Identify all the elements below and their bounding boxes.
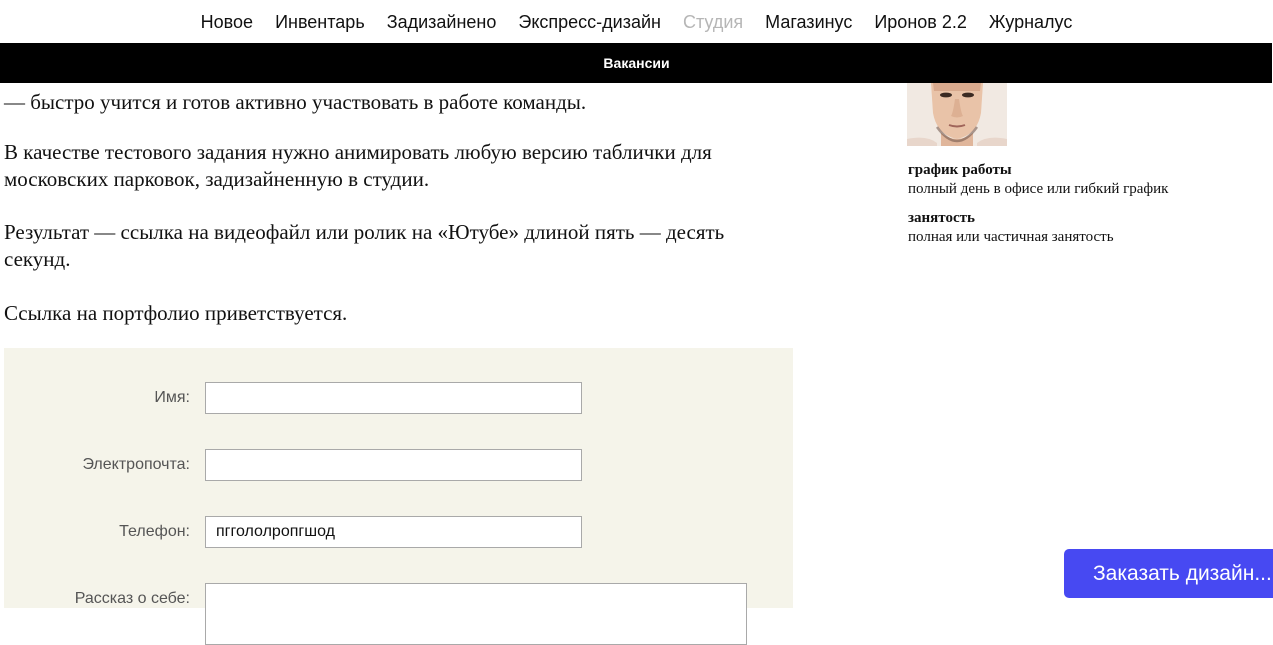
phone-label: Телефон: bbox=[119, 523, 190, 540]
employment-value: полная или частичная занятость bbox=[908, 229, 1114, 245]
about-label: Рассказ о себе: bbox=[74, 590, 190, 607]
schedule-label: график работы bbox=[908, 162, 1012, 178]
email-input[interactable] bbox=[205, 449, 582, 481]
email-label: Электропочта: bbox=[82, 456, 190, 473]
schedule-block: график работы полный день в офисе или ги… bbox=[908, 161, 1168, 199]
form-row-email: Электропочта: bbox=[4, 449, 793, 483]
phone-input[interactable] bbox=[205, 516, 582, 548]
nav-item-express-design[interactable]: Экспресс-дизайн bbox=[507, 3, 672, 41]
nav-item-journal[interactable]: Журналус bbox=[978, 3, 1083, 41]
nav-item-new[interactable]: Новое bbox=[190, 3, 264, 41]
article-paragraph: — быстро учится и готов активно участвов… bbox=[4, 90, 587, 114]
form-row-about: Рассказ о себе: bbox=[4, 583, 793, 645]
order-design-button[interactable]: Заказать дизайн... bbox=[1064, 549, 1273, 598]
article-paragraph: Результат — ссылка на видеофайл или роли… bbox=[4, 220, 725, 271]
article-paragraph: Ссылка на портфолио приветствуется. bbox=[4, 301, 348, 325]
vacancies-link[interactable]: Вакансии bbox=[603, 55, 669, 71]
nav-item-shop[interactable]: Магазинус bbox=[754, 3, 863, 41]
top-navigation: Новое Инвентарь Задизайнено Экспресс-диз… bbox=[0, 0, 1273, 43]
form-row-name: Имя: bbox=[4, 382, 793, 416]
employee-photo bbox=[907, 83, 1007, 146]
form-row-phone: Телефон: bbox=[4, 516, 793, 550]
schedule-value: полный день в офисе или гибкий график bbox=[908, 181, 1169, 197]
name-input[interactable] bbox=[205, 382, 582, 414]
portrait-image bbox=[907, 83, 1007, 146]
application-form: Имя: Электропочта: Телефон: Рассказ о се… bbox=[4, 348, 793, 645]
employment-block: занятость полная или частичная занятость bbox=[908, 209, 1114, 247]
nav-item-inventory[interactable]: Инвентарь bbox=[264, 3, 376, 41]
nav-item-studio[interactable]: Студия bbox=[672, 3, 754, 41]
nav-item-ironov[interactable]: Иронов 2.2 bbox=[863, 3, 978, 41]
nav-item-designed[interactable]: Задизайнено bbox=[376, 3, 508, 41]
about-textarea[interactable] bbox=[205, 583, 747, 645]
section-bar: Вакансии bbox=[0, 43, 1273, 83]
name-label: Имя: bbox=[154, 389, 190, 406]
employment-label: занятость bbox=[908, 210, 975, 226]
article-paragraph: В качестве тестового задания нужно аними… bbox=[4, 140, 712, 191]
